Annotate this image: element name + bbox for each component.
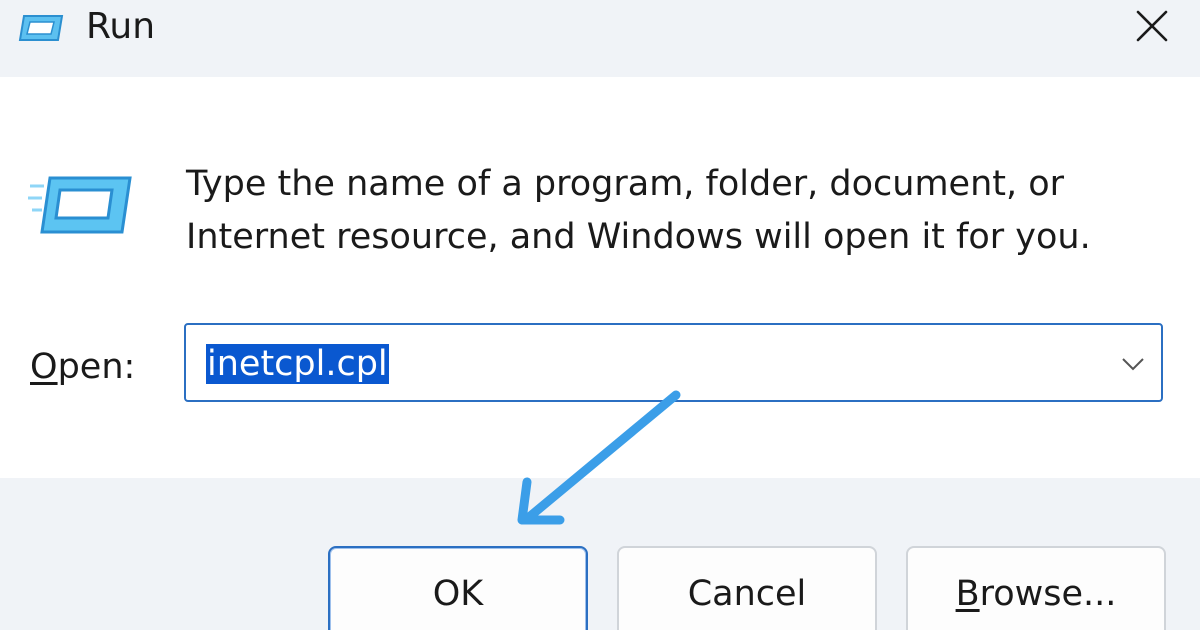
- open-label-text: pen:: [57, 347, 136, 387]
- chevron-down-icon[interactable]: [1119, 351, 1147, 375]
- open-combobox[interactable]: inetcpl.cpl: [184, 323, 1163, 402]
- close-icon: [1136, 10, 1168, 42]
- open-label-mnemonic: O: [30, 347, 58, 387]
- browse-label: rowse...: [979, 574, 1117, 614]
- close-button[interactable]: [1128, 4, 1176, 48]
- open-label: Open:: [30, 344, 135, 390]
- ok-button[interactable]: OK: [328, 546, 588, 630]
- run-icon: [18, 15, 64, 41]
- run-dialog: Run Type the name of a program, folder, …: [0, 0, 1200, 630]
- title-bar: Run: [0, 0, 1200, 77]
- open-input-selected-text: inetcpl.cpl: [206, 344, 389, 384]
- description-text: Type the name of a program, folder, docu…: [186, 164, 1091, 257]
- run-icon: [28, 176, 132, 234]
- browse-mnemonic: B: [955, 574, 980, 614]
- browse-button[interactable]: Browse...: [906, 546, 1166, 630]
- window-title: Run: [86, 6, 156, 47]
- open-input[interactable]: inetcpl.cpl: [206, 341, 389, 387]
- cancel-button[interactable]: Cancel: [617, 546, 877, 630]
